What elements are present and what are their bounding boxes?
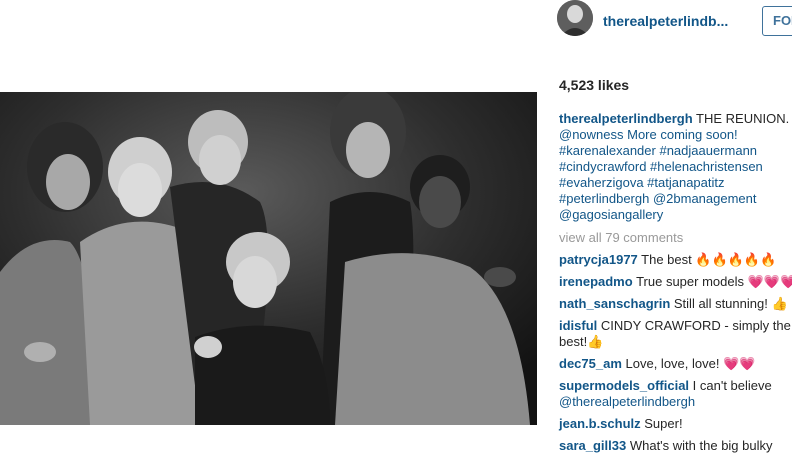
comment-username[interactable]: irenepadmo <box>559 274 633 289</box>
comment: patrycja1977 The best 🔥🔥🔥🔥🔥 <box>559 252 792 268</box>
comment-text: The best 🔥🔥🔥🔥🔥 <box>641 252 777 267</box>
user-avatar-photo[interactable] <box>557 0 593 36</box>
caption-hashtags[interactable]: #peterlindbergh @2bmanagement <box>559 191 792 207</box>
comment-text: Still all stunning! 👍 <box>673 296 788 311</box>
comment: jean.b.schulz Super! <box>559 416 792 432</box>
view-all-comments-link[interactable]: view all 79 comments <box>559 230 792 246</box>
comment-username[interactable]: supermodels_official <box>559 378 689 393</box>
comment-username[interactable]: patrycja1977 <box>559 252 638 267</box>
comment-username[interactable]: nath_sanschagrin <box>559 296 670 311</box>
comment: irenepadmo True super models 💗💗💗 <box>559 274 792 290</box>
caption-hashtags[interactable]: #evaherzigova #tatjanapatitz <box>559 175 792 191</box>
comment-username[interactable]: jean.b.schulz <box>559 416 641 431</box>
caption-hashtags[interactable]: #karenalexander #nadjaauermann <box>559 143 792 159</box>
comment: sara_gill33 What's with the big bulky <box>559 438 792 454</box>
post-detail-panel: therealpeterlindb... FOLLO 4,523 likes t… <box>537 0 792 476</box>
comment-username[interactable]: sara_gill33 <box>559 438 626 453</box>
comment-text: What's with the big bulky <box>629 438 773 453</box>
comment-username[interactable]: idisful <box>559 318 597 333</box>
comment: supermodels_official I can't believe @th… <box>559 378 792 410</box>
comment: nath_sanschagrin Still all stunning! 👍 <box>559 296 792 312</box>
post-caption: therealpeterlindbergh THE REUNION. @nown… <box>559 111 792 223</box>
post-header: therealpeterlindb... FOLLO <box>557 0 792 44</box>
comment-text: Super! <box>644 416 683 431</box>
comment-mention[interactable]: @therealpeterlindbergh <box>559 394 792 410</box>
caption-line[interactable]: @nowness More coming soon! <box>559 127 792 143</box>
comment-username[interactable]: dec75_am <box>559 356 622 371</box>
comments-list: therealpeterlindbergh THE REUNION. @nown… <box>559 111 792 460</box>
comment-text: Love, love, love! 💗💗 <box>625 356 756 371</box>
media-area <box>0 0 537 476</box>
avatar-icon <box>557 0 593 36</box>
comment: idisful CINDY CRAWFORD - simply the best… <box>559 318 792 350</box>
comment-text-continued: best!👍 <box>559 334 604 349</box>
comment-text: True super models 💗💗💗 <box>636 274 792 289</box>
comment-text: I can't believe <box>692 378 772 393</box>
caption-hashtags[interactable]: #cindycrawford #helenachristensen <box>559 159 792 175</box>
caption-username[interactable]: therealpeterlindbergh <box>559 111 693 126</box>
post-photo[interactable] <box>0 92 537 425</box>
follow-button[interactable]: FOLLO <box>762 6 792 36</box>
comment: dec75_am Love, love, love! 💗💗 <box>559 356 792 372</box>
group-portrait-photo <box>0 92 537 425</box>
caption-text: THE REUNION. <box>696 111 790 126</box>
caption-mention[interactable]: @gagosiangallery <box>559 207 792 223</box>
author-username[interactable]: therealpeterlindb... <box>603 13 733 29</box>
comment-text: CINDY CRAWFORD - simply the <box>600 318 791 333</box>
likes-count[interactable]: 4,523 likes <box>559 77 629 93</box>
